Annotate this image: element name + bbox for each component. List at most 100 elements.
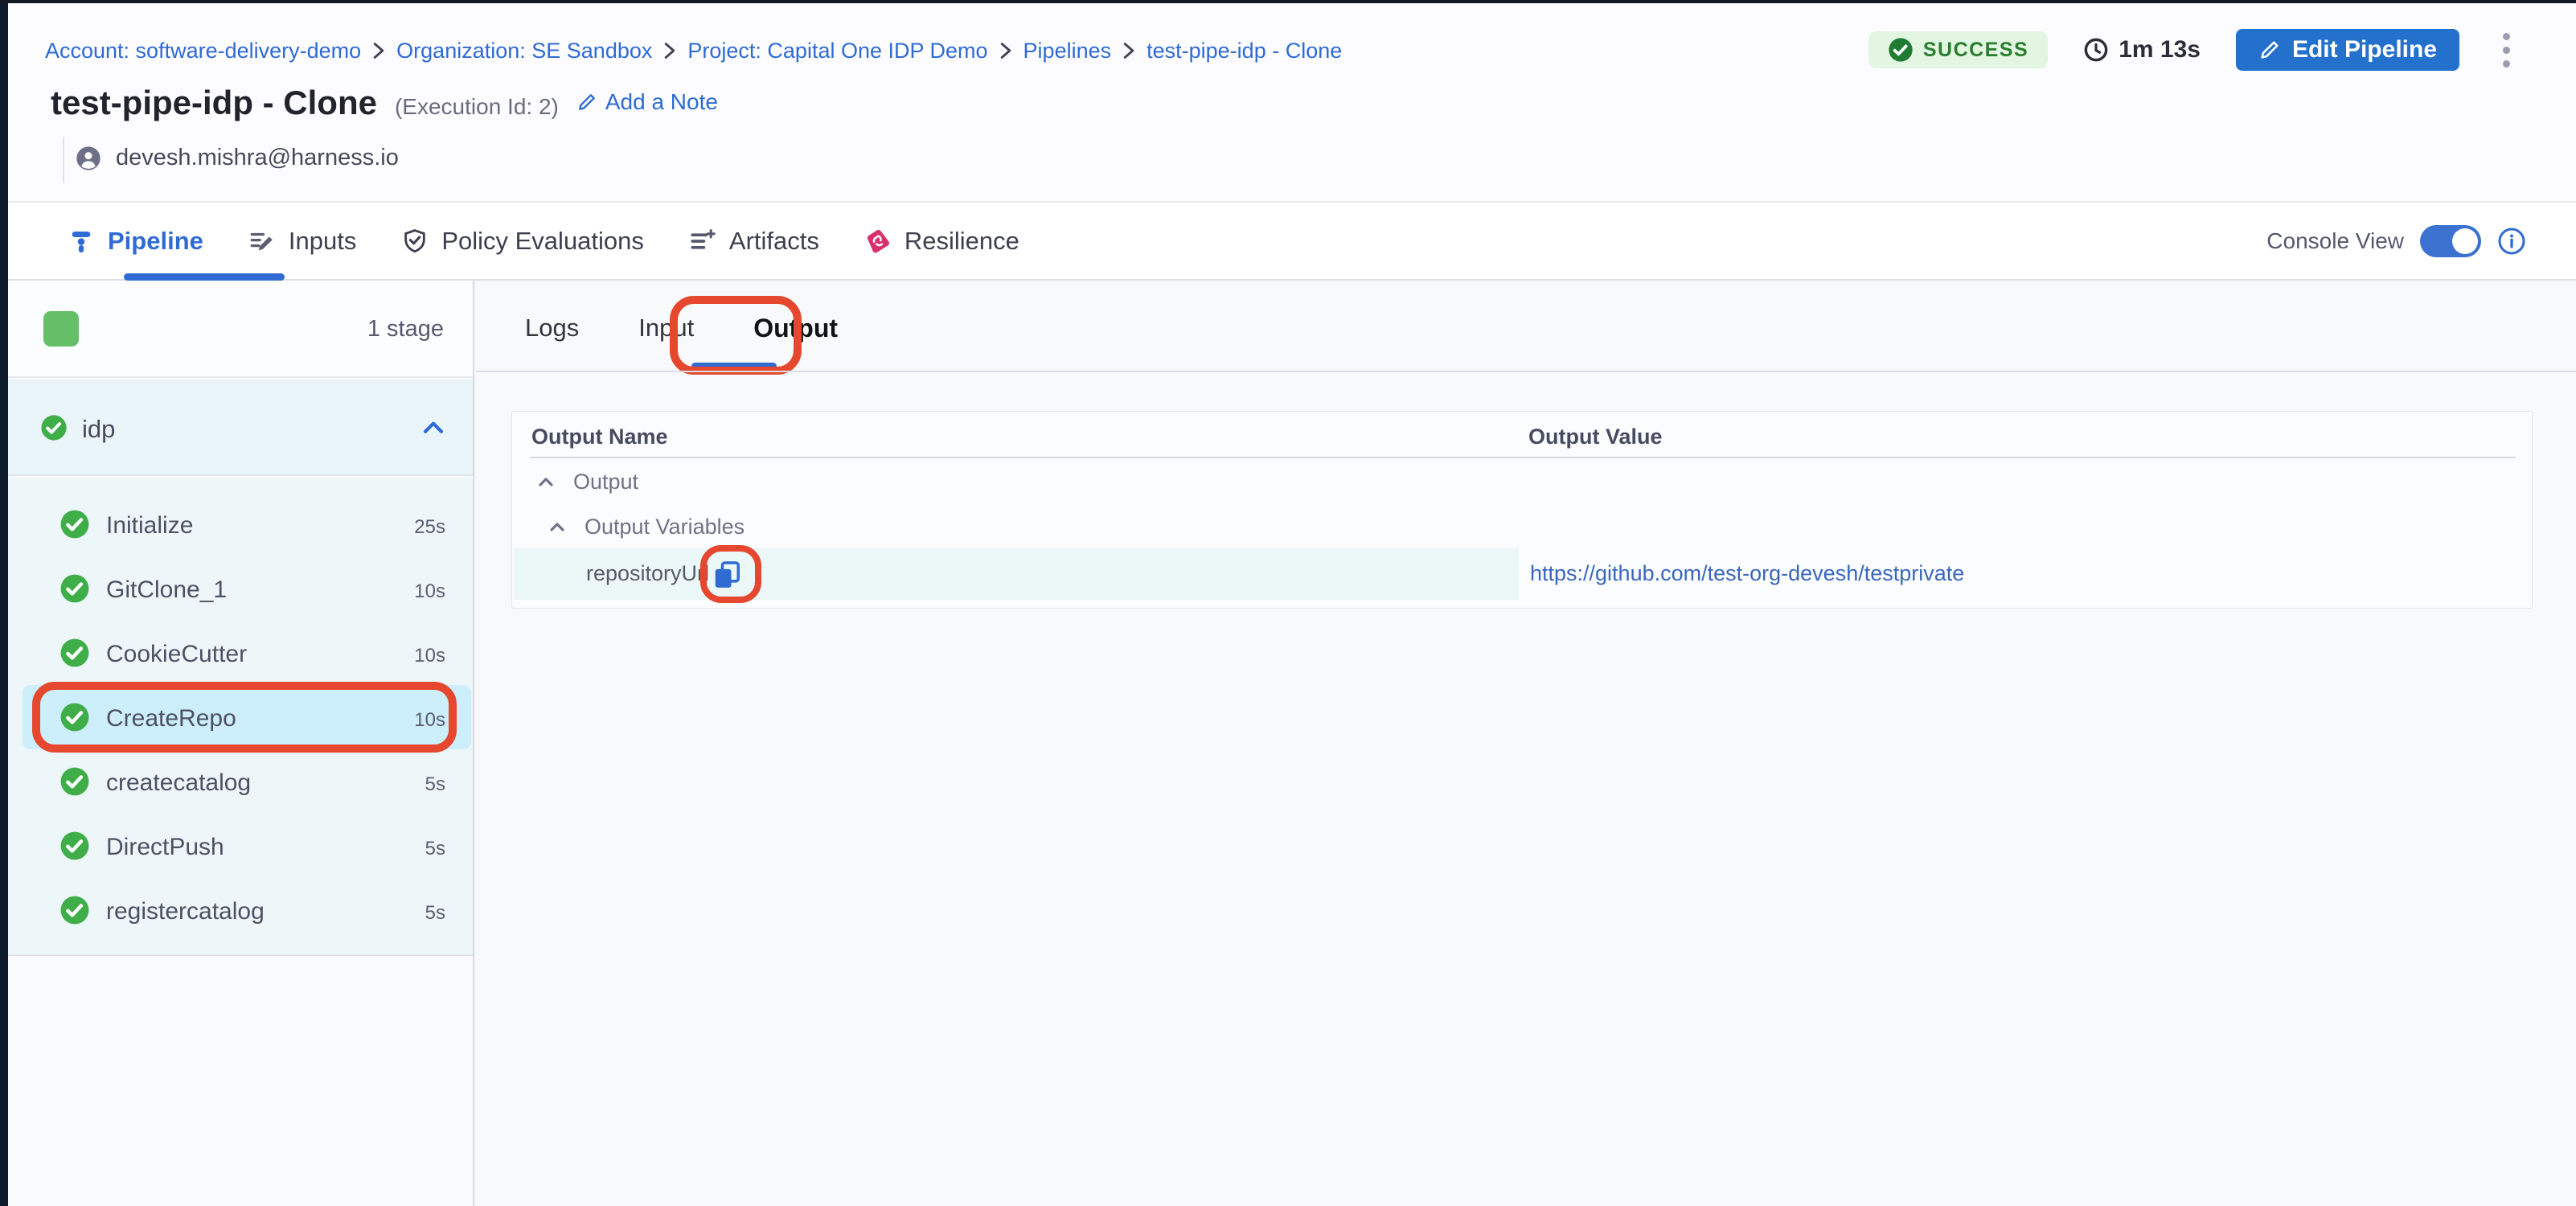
output-variable-name: repositoryUrl — [586, 561, 709, 586]
artifacts-icon — [689, 228, 716, 255]
step-details-panel: Logs Input Output Output Name Output Val… — [476, 281, 2576, 1206]
step-name: GitClone_1 — [106, 576, 227, 604]
step-duration: 5s — [425, 838, 445, 860]
group-row-output[interactable]: Output — [536, 470, 638, 494]
tab-artifacts[interactable]: Artifacts — [689, 203, 819, 279]
tab-resilience[interactable]: Resilience — [864, 203, 1019, 279]
tab-policy-evaluations[interactable]: Policy Evaluations — [401, 203, 644, 279]
step-row-gitclone[interactable]: GitClone_1 10s — [8, 556, 473, 621]
clock-icon — [2083, 37, 2109, 63]
chevron-right-icon — [372, 41, 385, 60]
tab-inputs[interactable]: Inputs — [248, 203, 356, 279]
success-check-icon — [59, 573, 90, 604]
stage-name: idp — [82, 415, 115, 444]
step-duration: 5s — [425, 773, 445, 796]
active-tab-underline — [691, 363, 777, 370]
step-row-cookiecutter[interactable]: CookieCutter 10s — [8, 621, 473, 685]
tab-list: Pipeline Inputs Policy Evaluations Artif… — [68, 203, 1019, 279]
breadcrumb-project[interactable]: Project: Capital One IDP Demo — [687, 39, 987, 64]
step-row-createcatalog[interactable]: createcatalog 5s — [8, 749, 473, 814]
page-title: test-pipe-idp - Clone — [51, 84, 377, 122]
stage-count: 1 stage — [367, 316, 444, 343]
title-row: test-pipe-idp - Clone (Execution Id: 2) … — [51, 84, 718, 122]
divider — [63, 137, 64, 183]
success-check-icon — [59, 831, 90, 861]
user-email: devesh.mishra@harness.io — [116, 145, 399, 171]
user-avatar-icon — [76, 146, 101, 171]
stage-row-idp[interactable]: idp — [8, 379, 473, 476]
step-duration: 5s — [425, 902, 445, 925]
edit-pipeline-label: Edit Pipeline — [2292, 36, 2437, 64]
group-row-output-variables[interactable]: Output Variables — [548, 515, 744, 539]
step-row-createrepo-selected[interactable]: CreateRepo 10s — [8, 685, 473, 749]
more-options-icon[interactable] — [2495, 28, 2518, 72]
info-icon[interactable] — [2497, 227, 2526, 256]
pencil-icon — [2258, 39, 2281, 61]
chevron-right-icon — [1122, 41, 1135, 60]
tab-pipeline-label: Pipeline — [108, 227, 203, 256]
chevron-right-icon — [999, 41, 1012, 60]
stage-status-chip — [43, 311, 79, 347]
step-name: createcatalog — [106, 769, 251, 797]
stage-summary-row: 1 stage — [8, 281, 473, 378]
console-view-label: Console View — [2266, 228, 2404, 254]
execution-duration-value: 1m 13s — [2119, 36, 2201, 64]
triggered-by-user: devesh.mishra@harness.io — [76, 145, 399, 171]
execution-header: Account: software-delivery-demo Organiza… — [8, 3, 2576, 201]
divider — [476, 371, 2576, 372]
step-row-directpush[interactable]: DirectPush 5s — [8, 814, 473, 878]
chevron-right-icon — [663, 41, 676, 60]
header-actions: SUCCESS 1m 13s Edit Pipeline — [1868, 26, 2518, 74]
tab-input[interactable]: Input — [632, 314, 700, 343]
step-duration: 25s — [414, 516, 445, 539]
breadcrumb: Account: software-delivery-demo Organiza… — [45, 35, 1342, 66]
success-check-icon — [59, 766, 90, 797]
tab-pipeline[interactable]: Pipeline — [68, 203, 203, 279]
column-header-output-value: Output Value — [1528, 425, 1663, 449]
breadcrumb-account[interactable]: Account: software-delivery-demo — [45, 39, 361, 64]
step-name: CookieCutter — [106, 641, 247, 668]
success-check-icon — [59, 895, 90, 925]
tab-output[interactable]: Output — [747, 314, 844, 343]
console-view-toggle[interactable] — [2420, 225, 2481, 257]
tab-inputs-label: Inputs — [289, 227, 356, 256]
breadcrumb-current-execution[interactable]: test-pipe-idp - Clone — [1146, 39, 1342, 64]
success-check-icon — [1888, 37, 1914, 63]
divider — [530, 457, 2516, 458]
step-name: DirectPush — [106, 834, 224, 861]
group-row-label: Output — [573, 470, 638, 494]
step-row-initialize[interactable]: Initialize 25s — [8, 492, 473, 556]
status-badge: SUCCESS — [1868, 31, 2048, 68]
execution-duration: 1m 13s — [2083, 36, 2201, 64]
execution-id: (Execution Id: 2) — [395, 94, 559, 120]
tab-artifacts-label: Artifacts — [729, 227, 819, 256]
collapsed-nav-strip — [0, 3, 8, 1206]
pipeline-icon — [68, 228, 95, 255]
step-row-registercatalog[interactable]: registercatalog 5s — [8, 878, 473, 942]
step-duration: 10s — [414, 645, 445, 667]
add-note-label: Add a Note — [605, 89, 718, 115]
success-check-icon — [59, 509, 90, 539]
breadcrumb-organization[interactable]: Organization: SE Sandbox — [396, 39, 652, 64]
column-header-output-name: Output Name — [531, 425, 668, 449]
add-note-link[interactable]: Add a Note — [576, 89, 718, 115]
breadcrumb-pipelines[interactable]: Pipelines — [1023, 39, 1112, 64]
edit-pipeline-button[interactable]: Edit Pipeline — [2236, 29, 2459, 71]
step-duration: 10s — [414, 580, 445, 603]
step-detail-tabs: Logs Input Output — [519, 300, 844, 356]
execution-tabbar: Pipeline Inputs Policy Evaluations Artif… — [8, 201, 2576, 281]
step-name: Initialize — [106, 512, 193, 539]
copy-icon[interactable] — [712, 560, 742, 590]
group-row-label: Output Variables — [585, 515, 744, 539]
chevron-up-icon[interactable] — [421, 416, 445, 441]
shield-check-icon — [401, 228, 429, 255]
console-view-control: Console View — [2266, 203, 2526, 279]
pencil-icon — [576, 92, 597, 113]
tab-logs[interactable]: Logs — [519, 314, 585, 343]
step-duration: 10s — [414, 709, 445, 732]
success-check-icon — [59, 638, 90, 668]
output-variable-value-link[interactable]: https://github.com/test-org-devesh/testp… — [1530, 561, 1964, 586]
stage-sidebar: 1 stage idp Initialize 25s GitClone_1 10… — [8, 281, 474, 1206]
chevron-up-icon — [536, 473, 556, 492]
output-table: Output Name Output Value Output Output V… — [511, 411, 2533, 609]
